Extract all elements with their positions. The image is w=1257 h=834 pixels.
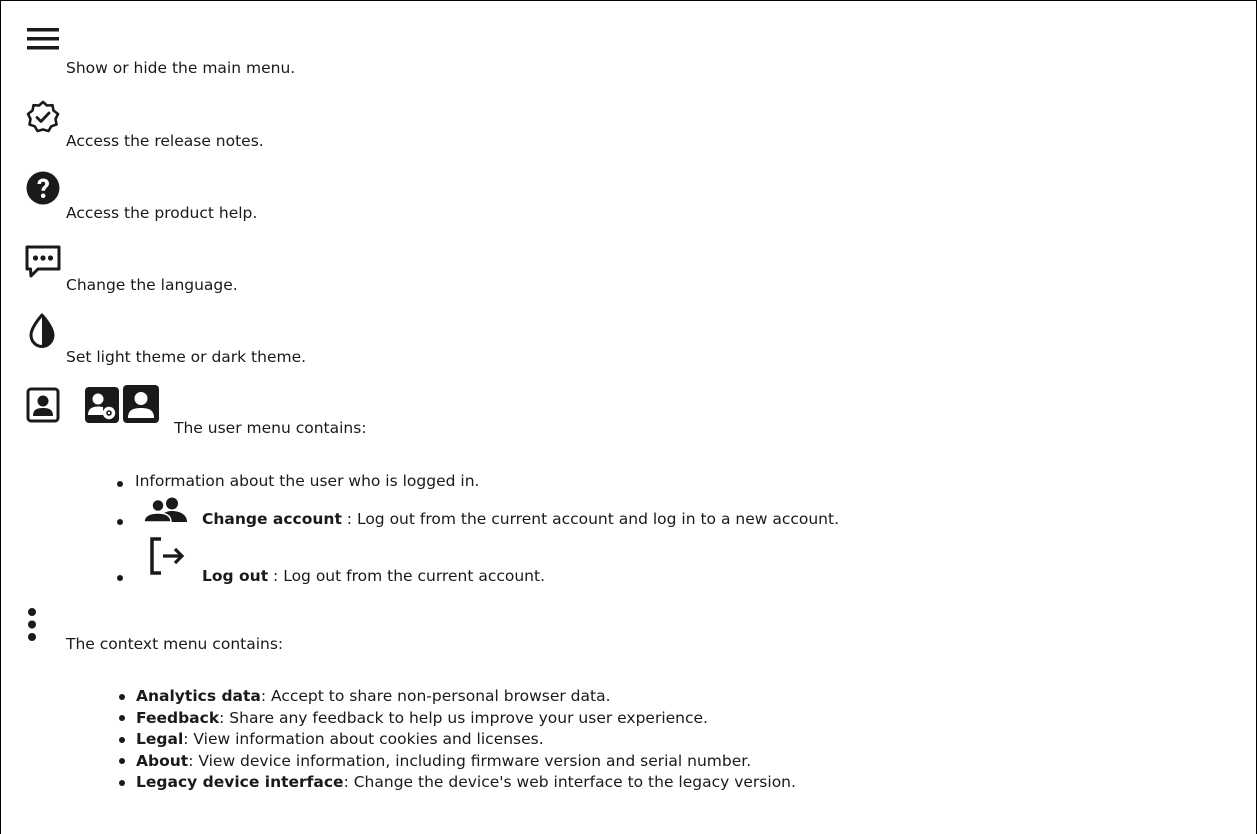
list-item: Analytics data: Accept to share non-pers… bbox=[119, 686, 796, 708]
context-menu-list: Analytics data: Accept to share non-pers… bbox=[119, 686, 796, 794]
log-out-label: Log out bbox=[202, 567, 269, 585]
list-item: Legal: View information about cookies an… bbox=[119, 729, 796, 751]
theme-description: Set light theme or dark theme. bbox=[66, 348, 307, 366]
more-vertical-icon bbox=[26, 607, 38, 643]
menu-description: Show or hide the main menu. bbox=[66, 59, 296, 77]
list-item: Legacy device interface: Change the devi… bbox=[119, 772, 796, 794]
bullet-dot bbox=[117, 481, 123, 487]
change-account-desc: : Log out from the current account and l… bbox=[341, 510, 840, 528]
log-out-bullet: Log out : Log out from the current accou… bbox=[202, 567, 545, 585]
release-notes-badge-icon bbox=[26, 100, 60, 134]
log-out-desc: : Log out from the current account. bbox=[268, 567, 546, 585]
bullet-dot bbox=[117, 575, 123, 581]
help-description: Access the product help. bbox=[66, 204, 258, 222]
bullet-dot bbox=[117, 519, 123, 525]
user-admin-icon bbox=[85, 387, 119, 423]
list-item: Feedback: Share any feedback to help us … bbox=[119, 708, 796, 730]
language-description: Change the language. bbox=[66, 276, 238, 294]
release-notes-description: Access the release notes. bbox=[66, 132, 264, 150]
change-account-icon bbox=[143, 497, 189, 523]
change-account-label: Change account bbox=[202, 510, 342, 528]
list-item: About: View device information, includin… bbox=[119, 751, 796, 773]
user-info-bullet: Information about the user who is logged… bbox=[135, 472, 480, 490]
hamburger-menu-icon bbox=[27, 28, 59, 54]
help-document: Show or hide the main menu. Access the r… bbox=[0, 0, 1257, 834]
theme-contrast-icon bbox=[28, 313, 56, 349]
user-portrait-icon bbox=[26, 387, 60, 423]
change-account-bullet: Change account : Log out from the curren… bbox=[202, 510, 839, 528]
log-out-icon bbox=[149, 537, 189, 575]
language-chat-icon bbox=[25, 245, 61, 279]
help-question-icon bbox=[26, 171, 60, 205]
user-menu-description: The user menu contains: bbox=[174, 419, 367, 437]
context-menu-description: The context menu contains: bbox=[66, 635, 284, 653]
user-solid-icon bbox=[123, 385, 159, 423]
